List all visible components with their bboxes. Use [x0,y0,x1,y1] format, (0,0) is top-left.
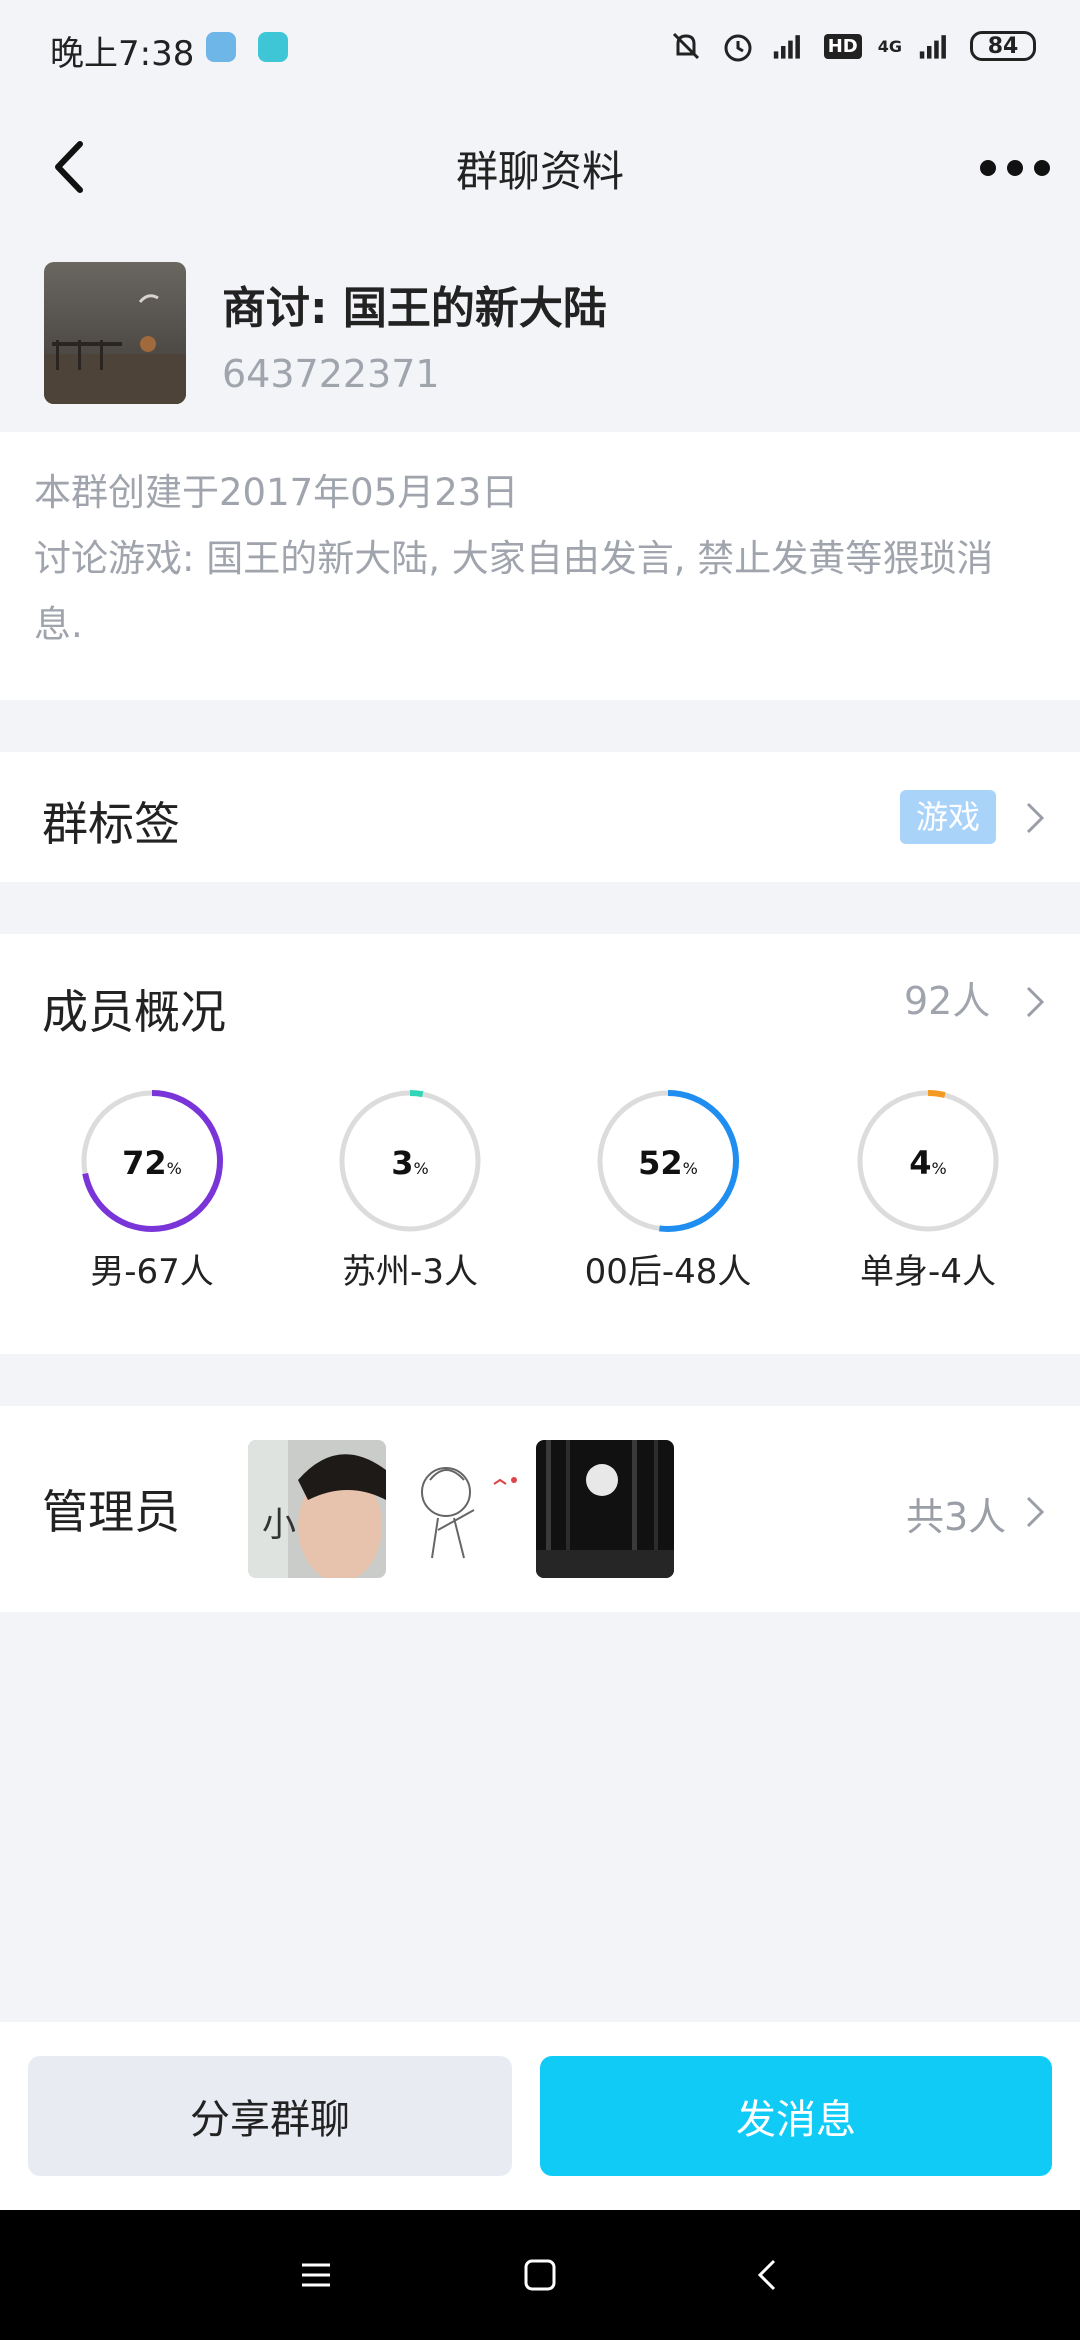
admin-avatar-3[interactable] [536,1440,674,1578]
member-count: 92人 [904,979,991,1023]
admins-label: 管理员 [42,1485,180,1539]
member-stat-single: 4% 单身-4人 [828,1086,1028,1293]
group-name: 商讨: 国王的新大陆 [222,283,607,334]
group-header[interactable]: 商讨: 国王的新大陆 643722371 [0,238,1080,432]
status-time: 晚上7:38 [50,34,195,74]
hd-icon: HD [823,33,862,59]
app-notification-icon [206,32,236,62]
system-nav-bar [0,2210,1080,2340]
page-title: 群聊资料 [455,147,624,196]
members-label: 成员概况 [42,985,226,1039]
admin-avatar-2[interactable] [394,1440,532,1578]
member-stat-gender: 72% 男-67人 [52,1086,252,1293]
group-id: 643722371 [222,352,440,396]
title-bar: 群聊资料 [0,96,1080,232]
tag-badge: 游戏 [900,790,997,844]
group-intro: 本群创建于2017年05月23日 讨论游戏: 国王的新大陆, 大家自由发言, 禁… [0,432,1080,700]
back-nav-icon[interactable] [748,2255,788,2295]
intro-created-date: 本群创建于2017年05月23日 [34,471,519,514]
share-group-button[interactable]: 分享群聊 [28,2056,512,2176]
chevron-right-icon [1026,986,1045,1018]
battery-icon: 84 [970,31,1036,61]
stat-label: 单身-4人 [860,1252,996,1292]
stat-percent: 3% [391,1144,429,1182]
stat-percent: 52% [638,1144,698,1182]
member-stat-city: 3% 苏州-3人 [310,1086,510,1293]
alarm-icon [724,34,752,62]
chevron-right-icon [1026,1496,1045,1528]
stat-label: 苏州-3人 [342,1252,478,1292]
bottom-action-bar: 分享群聊 发消息 [0,2022,1080,2210]
send-message-button[interactable]: 发消息 [540,2056,1052,2176]
group-tags-row[interactable]: 群标签 游戏 [0,752,1080,882]
svg-text:小: 小 [262,1505,296,1545]
network-label: 4G [877,36,902,56]
tags-label: 群标签 [42,797,180,851]
stat-percent: 72% [122,1144,182,1182]
stat-percent: 4% [909,1144,947,1182]
member-overview[interactable]: 成员概况 92人 72% 男-67人 3% 苏州-3人 52% 00后-48人 [0,934,1080,1354]
menu-icon[interactable] [296,2255,336,2295]
admin-avatar-1[interactable]: 小 [248,1440,386,1578]
status-bar: 晚上7:38 HD 4G 84 [0,0,1080,96]
signal-icon [773,35,800,59]
group-avatar[interactable] [44,262,186,404]
mute-icon [672,32,699,60]
stat-label: 男-67人 [90,1252,214,1292]
chevron-right-icon [1026,802,1045,834]
intro-description: 讨论游戏: 国王的新大陆, 大家自由发言, 禁止发黄等猥琐消息. [34,537,994,646]
stat-label: 00后-48人 [584,1252,752,1292]
admin-count: 共3人 [906,1495,1007,1539]
status-icons: HD 4G 84 [668,28,1036,64]
member-stat-age: 52% 00后-48人 [568,1086,768,1293]
battery-level: 84 [987,33,1019,59]
app-notification-icon-2 [258,32,288,62]
4g-signal-icon [919,35,946,59]
home-icon[interactable] [520,2255,560,2295]
more-dots-icon[interactable] [980,148,1050,188]
